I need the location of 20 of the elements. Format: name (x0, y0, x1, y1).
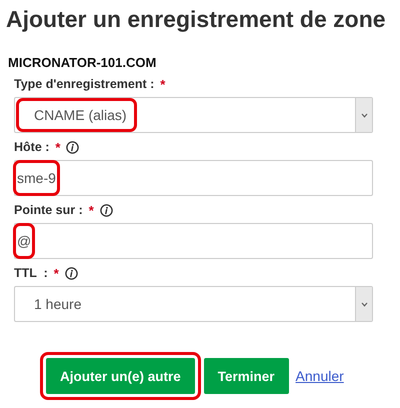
field-label: Type d'enregistrement : (14, 77, 154, 91)
required-mark: * (160, 76, 166, 92)
info-icon[interactable] (100, 204, 113, 216)
chevron-down-icon (360, 302, 368, 306)
select-field[interactable]: 1 heure (14, 286, 373, 322)
page-title: Ajouter un enregistrement de zone (6, 6, 387, 33)
required-mark: * (88, 202, 94, 218)
required-mark: * (54, 266, 59, 280)
info-icon[interactable] (64, 266, 78, 280)
domain-name: MICRONATOR-101.COM (8, 55, 158, 70)
cancel-link[interactable]: Annuler (296, 368, 344, 384)
input-field[interactable]: sme-9 (14, 160, 373, 196)
field-label: TTL : (14, 266, 48, 280)
required-mark: * (55, 140, 60, 154)
select-field[interactable]: CNAME (alias) (14, 97, 373, 133)
field-label: Hôte : (14, 140, 50, 154)
field-label: Pointe sur : (14, 203, 83, 217)
info-icon[interactable] (66, 140, 80, 154)
input-field[interactable]: @ (14, 223, 373, 259)
chevron-down-icon (360, 112, 368, 118)
